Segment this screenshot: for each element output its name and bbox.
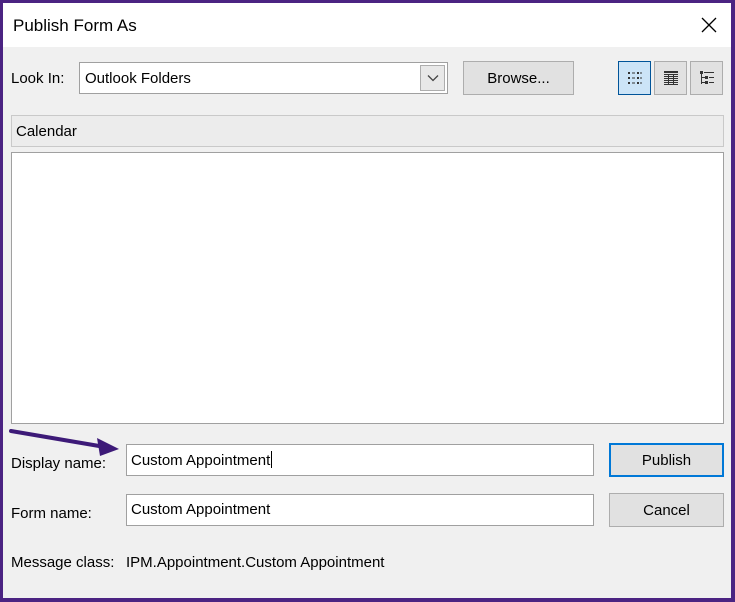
close-button[interactable] bbox=[686, 3, 731, 47]
display-name-value: Custom Appointment bbox=[131, 452, 271, 469]
message-class-value: IPM.Appointment.Custom Appointment bbox=[126, 554, 385, 571]
tree-view-button[interactable] bbox=[690, 61, 723, 95]
list-view-button[interactable] bbox=[618, 61, 651, 95]
browse-button-label: Browse... bbox=[487, 69, 550, 87]
form-name-input[interactable]: Custom Appointment bbox=[126, 494, 594, 526]
title-bar: Publish Form As bbox=[3, 3, 731, 47]
dropdown-arrow-button[interactable] bbox=[420, 65, 445, 91]
publish-button[interactable]: Publish bbox=[609, 443, 724, 477]
list-view-icon bbox=[627, 72, 642, 84]
details-view-button[interactable] bbox=[654, 61, 687, 95]
form-name-value: Custom Appointment bbox=[131, 501, 271, 518]
message-class-label: Message class: bbox=[11, 554, 115, 571]
browse-button[interactable]: Browse... bbox=[463, 61, 574, 95]
current-folder-bar: Calendar bbox=[11, 115, 724, 147]
dialog-title: Publish Form As bbox=[13, 16, 137, 35]
look-in-value: Outlook Folders bbox=[85, 70, 191, 87]
cancel-button-label: Cancel bbox=[643, 501, 690, 519]
look-in-dropdown[interactable]: Outlook Folders bbox=[79, 62, 448, 94]
publish-button-label: Publish bbox=[641, 451, 692, 469]
publish-form-dialog: Publish Form As Look In: Outlook Folders… bbox=[3, 3, 731, 598]
look-in-label: Look In: bbox=[11, 70, 65, 87]
display-name-label: Display name: bbox=[11, 455, 107, 472]
cancel-button[interactable]: Cancel bbox=[609, 493, 724, 527]
annotation-arrow-icon bbox=[9, 429, 119, 456]
tree-view-icon bbox=[699, 71, 714, 84]
chevron-down-icon bbox=[427, 75, 438, 82]
close-icon bbox=[701, 17, 716, 33]
forms-list[interactable] bbox=[11, 152, 724, 424]
details-view-icon bbox=[663, 71, 678, 85]
display-name-input[interactable]: Custom Appointment bbox=[126, 444, 594, 476]
current-folder-name: Calendar bbox=[16, 123, 77, 140]
text-caret bbox=[271, 451, 273, 468]
form-name-label: Form name: bbox=[11, 505, 92, 522]
